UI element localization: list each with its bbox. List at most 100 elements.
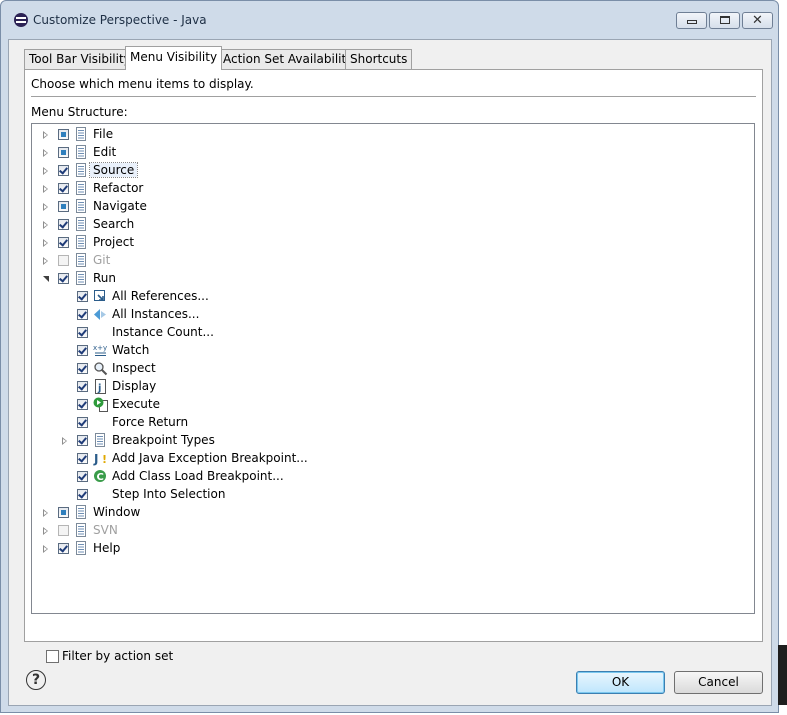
tree-item[interactable]: Source <box>32 162 752 180</box>
collapsed-arrow-icon[interactable] <box>43 167 48 175</box>
tree-item[interactable]: Inspect <box>32 360 752 378</box>
tree-item[interactable]: Run <box>32 270 752 288</box>
collapsed-arrow-icon[interactable] <box>43 239 48 247</box>
tree-item-label: Search <box>93 217 135 231</box>
svg-text:!: ! <box>102 453 107 466</box>
tree-item-checkbox[interactable] <box>58 129 69 140</box>
eclipse-icon <box>14 13 28 27</box>
tab-shortcuts[interactable]: Shortcuts <box>345 49 413 69</box>
tree-item-checkbox[interactable] <box>58 165 69 176</box>
menu-doc-icon <box>76 235 86 249</box>
svg-text:J: J <box>93 452 98 466</box>
help-icon[interactable]: ? <box>26 670 46 690</box>
title-bar[interactable]: Customize Perspective - Java ✕ <box>1 1 778 39</box>
tab-tool-bar-visibility[interactable]: Tool Bar Visibility <box>24 49 136 69</box>
filter-by-action-set-label: Filter by action set <box>62 649 174 663</box>
tree-item-checkbox[interactable] <box>77 345 88 356</box>
tree-item-checkbox[interactable] <box>77 417 88 428</box>
tree-item-checkbox[interactable] <box>77 453 88 464</box>
collapsed-arrow-icon[interactable] <box>62 437 67 445</box>
tree-item-checkbox[interactable] <box>58 219 69 230</box>
tree-item-checkbox[interactable] <box>77 291 88 302</box>
menu-doc-icon <box>76 163 86 177</box>
tree-item[interactable]: j Display <box>32 378 752 396</box>
tree-item-checkbox[interactable] <box>77 363 88 374</box>
tree-item-label: Display <box>112 379 157 393</box>
expanded-arrow-icon[interactable] <box>43 276 49 282</box>
tree-item[interactable]: Refactor <box>32 180 752 198</box>
maximize-icon <box>720 16 730 24</box>
tree-item-checkbox[interactable] <box>77 381 88 392</box>
tree-item-checkbox[interactable] <box>77 309 88 320</box>
menu-structure-label: Menu Structure: <box>31 105 128 119</box>
tree-item-checkbox[interactable] <box>58 543 69 554</box>
collapsed-arrow-icon[interactable] <box>43 203 48 211</box>
tree-item[interactable]: Execute <box>32 396 752 414</box>
tree-item-checkbox[interactable] <box>58 255 69 266</box>
tree-item-label: Window <box>93 505 141 519</box>
collapsed-arrow-icon[interactable] <box>43 149 48 157</box>
tree-item[interactable]: Breakpoint Types <box>32 432 752 450</box>
menu-doc-icon <box>76 199 86 213</box>
tree-item[interactable]: Search <box>32 216 752 234</box>
tree-item-checkbox[interactable] <box>77 489 88 500</box>
tree-item[interactable]: Project <box>32 234 752 252</box>
menu-doc-icon <box>76 145 86 159</box>
menu-doc-icon <box>76 505 86 519</box>
tree-item-checkbox[interactable] <box>58 201 69 212</box>
tree-item-checkbox[interactable] <box>77 327 88 338</box>
collapsed-arrow-icon[interactable] <box>43 509 48 517</box>
menu-structure-tree[interactable]: File Edit Source Refactor Navigate Search Proj… <box>31 123 755 614</box>
tab-menu-visibility[interactable]: Menu Visibility <box>125 46 223 70</box>
close-icon: ✕ <box>752 13 763 28</box>
tree-item[interactable]: C Add Class Load Breakpoint... <box>32 468 752 486</box>
tree-item[interactable]: Git <box>32 252 752 270</box>
maximize-button[interactable] <box>709 12 740 29</box>
filter-by-action-set-checkbox[interactable] <box>46 650 59 663</box>
tree-item[interactable]: Force Return <box>32 414 752 432</box>
tree-item[interactable]: Help <box>32 540 752 558</box>
collapsed-arrow-icon[interactable] <box>43 221 48 229</box>
collapsed-arrow-icon[interactable] <box>43 185 48 193</box>
tree-item[interactable]: Instance Count... <box>32 324 752 342</box>
tree-item[interactable]: File <box>32 126 752 144</box>
tree-item-checkbox[interactable] <box>58 183 69 194</box>
close-button[interactable]: ✕ <box>742 12 773 29</box>
watch-icon: x+y <box>93 343 108 358</box>
tree-item-label: Step Into Selection <box>112 487 226 501</box>
tree-item-checkbox[interactable] <box>77 399 88 410</box>
tree-item[interactable]: Step Into Selection <box>32 486 752 504</box>
tree-item-checkbox[interactable] <box>58 147 69 158</box>
cancel-button[interactable]: Cancel <box>674 671 763 694</box>
menu-doc-icon <box>76 181 86 195</box>
minimize-button[interactable] <box>676 12 707 29</box>
tab-action-set-availability[interactable]: Action Set Availability <box>218 49 359 69</box>
collapsed-arrow-icon[interactable] <box>43 527 48 535</box>
tree-item-label: Run <box>93 271 117 285</box>
tree-item-label: File <box>93 127 114 141</box>
tree-item-checkbox[interactable] <box>58 525 69 536</box>
tree-item-checkbox[interactable] <box>58 237 69 248</box>
tree-item-checkbox[interactable] <box>77 471 88 482</box>
tree-item[interactable]: J! Add Java Exception Breakpoint... <box>32 450 752 468</box>
collapsed-arrow-icon[interactable] <box>43 131 48 139</box>
tree-item-checkbox[interactable] <box>58 273 69 284</box>
collapsed-arrow-icon[interactable] <box>43 545 48 553</box>
panel-description: Choose which menu items to display. <box>31 77 254 91</box>
tree-item[interactable]: All Instances... <box>32 306 752 324</box>
tree-item-label: Navigate <box>93 199 147 213</box>
ok-button[interactable]: OK <box>576 671 665 694</box>
tree-item[interactable]: SVN <box>32 522 752 540</box>
tree-item-checkbox[interactable] <box>77 435 88 446</box>
tree-item[interactable]: x+y Watch <box>32 342 752 360</box>
minimize-icon <box>687 20 697 24</box>
background-edge <box>778 645 787 705</box>
tree-item-checkbox[interactable] <box>58 507 69 518</box>
tree-item[interactable]: All References... <box>32 288 752 306</box>
svg-text:j: j <box>97 383 101 394</box>
tree-item-label: Edit <box>93 145 117 159</box>
tree-item[interactable]: Navigate <box>32 198 752 216</box>
tree-item[interactable]: Edit <box>32 144 752 162</box>
tree-item[interactable]: Window <box>32 504 752 522</box>
collapsed-arrow-icon[interactable] <box>43 257 48 265</box>
